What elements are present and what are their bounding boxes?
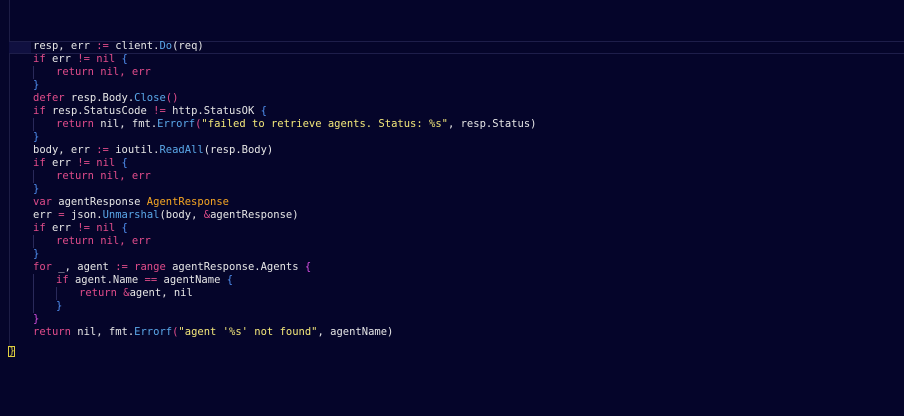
code-line[interactable]: if agent.Name == agentName { <box>33 274 536 287</box>
code-line[interactable]: if err != nil { <box>33 157 536 170</box>
code-line[interactable]: defer resp.Body.Close() <box>33 92 536 105</box>
indent-guide <box>33 274 56 287</box>
code-line[interactable]: return nil, fmt.Errorf("failed to retrie… <box>33 118 536 131</box>
code-line[interactable]: return nil, err <box>33 235 536 248</box>
indent-guide <box>33 300 56 313</box>
code-line[interactable]: err = json.Unmarshal(body, &agentRespons… <box>33 209 536 222</box>
code-line[interactable]: if err != nil { <box>33 53 536 66</box>
code-line[interactable]: return nil, err <box>33 66 536 79</box>
indent-guide <box>33 170 56 183</box>
code-line[interactable]: } <box>33 300 536 313</box>
cursor-indent-marker <box>9 42 31 53</box>
code-block[interactable]: resp, err := client.Do(req) if err != nil… <box>33 40 536 339</box>
matched-closing-brace[interactable]: } <box>8 346 15 357</box>
code-line[interactable]: if resp.StatusCode != http.StatusOK { <box>33 105 536 118</box>
code-line[interactable]: resp, err := client.Do(req) <box>33 40 536 53</box>
indent-guide <box>56 287 79 300</box>
code-line[interactable]: } <box>33 79 536 92</box>
code-line[interactable]: for _, agent := range agentResponse.Agen… <box>33 261 536 274</box>
code-line[interactable]: } <box>33 248 536 261</box>
code-line[interactable]: return &agent, nil <box>33 287 536 300</box>
indent-guide <box>33 118 56 131</box>
code-line[interactable]: } <box>33 183 536 196</box>
code-editor[interactable]: resp, err := client.Do(req) if err != nil… <box>0 0 904 416</box>
code-line[interactable]: body, err := ioutil.ReadAll(resp.Body) <box>33 144 536 157</box>
code-line[interactable]: var agentResponse AgentResponse <box>33 196 536 209</box>
code-line[interactable]: return nil, err <box>33 170 536 183</box>
indent-guide <box>33 235 56 248</box>
code-line[interactable]: return nil, fmt.Errorf("agent '%s' not f… <box>33 326 536 339</box>
code-line[interactable]: } <box>33 131 536 144</box>
indent-guide <box>33 66 56 79</box>
indent-guide <box>33 287 56 300</box>
code-line[interactable]: } <box>33 313 536 326</box>
code-line[interactable]: if err != nil { <box>33 222 536 235</box>
